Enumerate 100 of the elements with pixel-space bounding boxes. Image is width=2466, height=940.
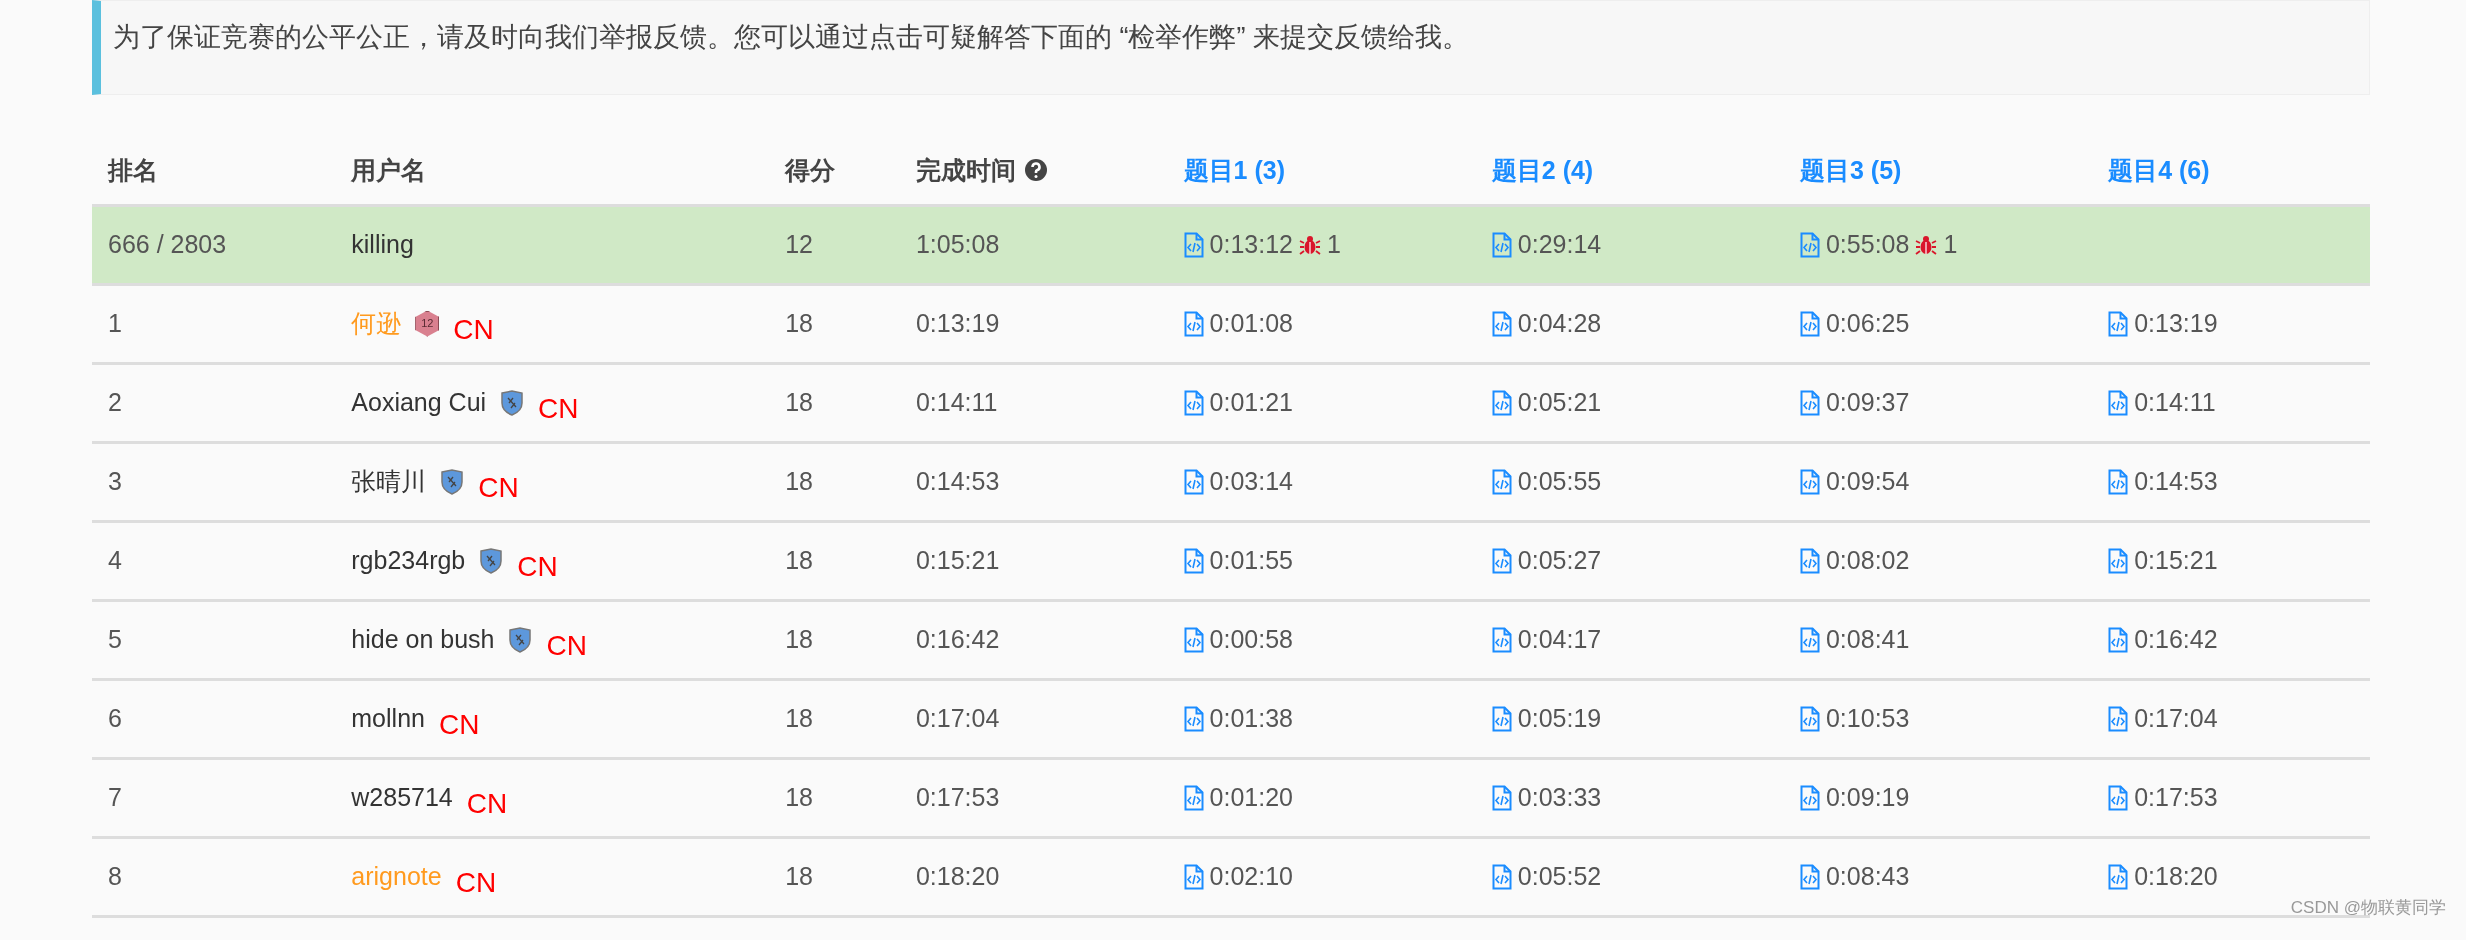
code-file-icon[interactable] [1183, 468, 1204, 495]
help-icon[interactable] [1023, 158, 1048, 183]
solve-time-text: 0:03:14 [1209, 465, 1293, 497]
solve-time-text: 0:09:19 [1825, 781, 1910, 813]
solve-time-text: 0:09:54 [1825, 465, 1910, 497]
code-file-icon[interactable] [2108, 547, 2129, 574]
code-file-icon[interactable] [1799, 547, 1820, 574]
finish-time-text: 0:17:04 [915, 703, 1000, 732]
username-link[interactable]: w285714 [351, 778, 453, 817]
code-file-icon[interactable] [1491, 626, 1512, 653]
solve-time-text: 0:15:21 [2134, 544, 2218, 576]
solve-time-text: 0:16:42 [2134, 623, 2218, 655]
code-file-icon[interactable] [2108, 705, 2129, 732]
column-header: 用户名 [351, 155, 427, 184]
username-link[interactable]: killing [351, 225, 414, 264]
rank-text: 7 [108, 782, 122, 811]
code-file-icon[interactable] [1799, 784, 1820, 811]
solve-time-text: 0:01:20 [1209, 781, 1293, 813]
code-file-icon[interactable] [2108, 626, 2129, 653]
solve-time-text: 0:18:20 [2134, 860, 2218, 892]
code-file-icon[interactable] [1491, 705, 1512, 732]
code-file-icon[interactable] [1491, 231, 1512, 258]
finish-time-text: 0:18:20 [915, 861, 1000, 890]
score-text: 18 [785, 861, 813, 890]
solve-time-text: 0:29:14 [1517, 228, 1602, 260]
username-link[interactable]: hide on bush [351, 620, 495, 659]
solve-time-text: 0:05:19 [1517, 702, 1602, 734]
solve-time-text: 0:03:33 [1517, 781, 1602, 813]
code-file-icon[interactable] [1799, 231, 1820, 258]
shield-icon [440, 468, 465, 495]
code-file-icon[interactable] [1183, 863, 1204, 890]
solve-time-text: 0:01:55 [1209, 544, 1293, 576]
shield-icon [479, 547, 504, 574]
notice-text: 为了保证竞赛的公平公正，请及时向我们举报反馈。您可以通过点击可疑解答下面的 “检举作弊” 来提交反馈给我。 [113, 21, 1469, 54]
score-text: 18 [785, 387, 813, 416]
wrong-count-text: 1 [1327, 228, 1341, 260]
username-link[interactable]: rgb234rgb [351, 541, 466, 580]
score-text: 18 [785, 624, 813, 653]
solve-time-text: 0:09:37 [1825, 386, 1910, 418]
solve-time-text: 0:04:17 [1517, 623, 1602, 655]
solve-time-text: 0:13:12 [1209, 228, 1293, 260]
code-file-icon[interactable] [2108, 468, 2129, 495]
country-label: CN [466, 786, 508, 821]
code-file-icon[interactable] [1183, 231, 1204, 258]
column-header: 得分 [785, 155, 836, 184]
code-file-icon[interactable] [2108, 784, 2129, 811]
code-file-icon[interactable] [1183, 547, 1204, 574]
code-file-icon[interactable] [2108, 389, 2129, 416]
code-file-icon[interactable] [1183, 389, 1204, 416]
code-file-icon[interactable] [1183, 310, 1204, 337]
code-file-icon[interactable] [1491, 547, 1512, 574]
solve-time-text: 0:08:02 [1825, 544, 1910, 576]
solve-time-text: 0:02:10 [1209, 860, 1293, 892]
code-file-icon[interactable] [1799, 389, 1820, 416]
username-link[interactable]: 张晴川 [351, 462, 427, 501]
code-file-icon[interactable] [1183, 705, 1204, 732]
code-file-icon[interactable] [1491, 389, 1512, 416]
code-file-icon[interactable] [1491, 310, 1512, 337]
country-label: CN [455, 865, 497, 900]
code-file-icon[interactable] [1183, 784, 1204, 811]
solve-time-text: 0:05:21 [1517, 386, 1602, 418]
code-file-icon[interactable] [2108, 310, 2129, 337]
solve-time-text: 0:05:27 [1517, 544, 1602, 576]
score-text: 18 [785, 308, 813, 337]
country-label: CN [478, 470, 519, 505]
shield-icon [500, 389, 525, 416]
code-file-icon[interactable] [1799, 626, 1820, 653]
column-header: 完成时间 [915, 154, 1016, 186]
country-label: CN [517, 549, 558, 584]
code-file-icon[interactable] [1491, 863, 1512, 890]
finish-time-text: 0:15:21 [915, 545, 1000, 574]
solve-time-text: 0:17:53 [2134, 781, 2218, 813]
code-file-icon[interactable] [1183, 626, 1204, 653]
solve-time-text: 0:05:52 [1517, 860, 1602, 892]
solve-time-text: 0:05:55 [1517, 465, 1602, 497]
code-file-icon[interactable] [2108, 863, 2129, 890]
solve-time-text: 0:08:43 [1825, 860, 1910, 892]
country-label: CN [438, 707, 480, 742]
solve-time-text: 0:06:25 [1825, 307, 1910, 339]
username-link[interactable]: mollnn [351, 699, 425, 738]
finish-time-text: 0:13:19 [915, 308, 1000, 337]
rank-text: 5 [108, 624, 122, 653]
code-file-icon[interactable] [1799, 863, 1820, 890]
solve-time-text: 0:55:08 [1825, 228, 1910, 260]
code-file-icon[interactable] [1799, 705, 1820, 732]
column-header: 排名 [108, 155, 158, 184]
solve-time-text: 0:01:21 [1209, 386, 1293, 418]
solve-time-text: 0:13:19 [2134, 307, 2218, 339]
shield-icon [508, 626, 533, 653]
finish-time-text: 1:05:08 [915, 229, 1000, 258]
solve-time-text: 0:01:08 [1209, 307, 1293, 339]
code-file-icon[interactable] [1491, 784, 1512, 811]
rank-text: 666 / 2803 [108, 229, 227, 258]
country-label: CN [538, 391, 579, 426]
code-file-icon[interactable] [1799, 468, 1820, 495]
solve-time-text: 0:08:41 [1825, 623, 1910, 655]
code-file-icon[interactable] [1799, 310, 1820, 337]
country-label: CN [546, 628, 587, 663]
code-file-icon[interactable] [1491, 468, 1512, 495]
username-link[interactable]: Aoxiang Cui [351, 383, 487, 422]
